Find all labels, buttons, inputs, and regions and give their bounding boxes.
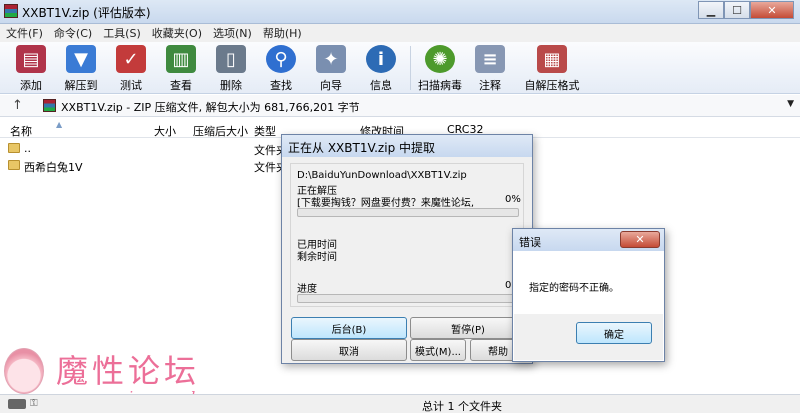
error-message: 指定的密码不正确。: [529, 283, 619, 294]
error-dialog-titlebar: 错误 ✕: [513, 229, 664, 251]
menu-help[interactable]: 帮助(H): [263, 25, 302, 41]
title-bar: XXBT1V.zip (评估版本) ▁ ☐ ✕: [0, 0, 800, 24]
status-text: 总计 1 个文件夹: [422, 400, 502, 413]
tool-add-button[interactable]: ▤ 添加: [8, 42, 54, 93]
menu-command[interactable]: 命令(C): [54, 25, 92, 41]
archive-icon: [43, 99, 56, 112]
menu-tools[interactable]: 工具(S): [103, 25, 141, 41]
extract-dialog-title: 正在从 XXBT1V.zip 中提取: [288, 141, 435, 155]
window-title: XXBT1V.zip (评估版本): [22, 6, 151, 20]
tool-label: 查看: [170, 79, 192, 92]
extract-folder-icon: ▼: [66, 45, 96, 73]
tool-label: 信息: [370, 79, 392, 92]
error-dialog: 错误 ✕ 指定的密码不正确。 确定: [512, 228, 665, 362]
magnifier-icon: ⚲: [266, 45, 296, 73]
column-name[interactable]: 名称: [10, 123, 32, 139]
test-clipboard-icon: ✓: [116, 45, 146, 73]
menu-bar: 文件(F) 命令(C) 工具(S) 收藏夹(O) 选项(N) 帮助(H): [0, 24, 800, 42]
sfx-archive-icon: ▦: [537, 45, 567, 73]
view-book-icon: ▥: [166, 45, 196, 73]
extract-dialog-titlebar: 正在从 XXBT1V.zip 中提取: [282, 135, 532, 157]
key-icon: ⚿: [30, 398, 38, 409]
column-type[interactable]: 类型: [254, 123, 276, 139]
progress-label: 进度: [297, 284, 317, 295]
mode-button[interactable]: 模式(M)...: [410, 339, 466, 361]
menu-file[interactable]: 文件(F): [6, 25, 43, 41]
tool-comment-button[interactable]: ≡ 注释: [467, 42, 513, 93]
tool-wizard-button[interactable]: ✦ 向导: [308, 42, 354, 93]
archive-path: D:\BaiduYunDownload\XXBT1V.zip: [297, 170, 467, 181]
menu-options[interactable]: 选项(N): [213, 25, 252, 41]
virus-scan-icon: ✺: [425, 45, 455, 73]
tool-label: 注释: [479, 79, 501, 92]
tool-sfx-button[interactable]: ▦ 自解压格式: [517, 42, 587, 93]
pause-button[interactable]: 暂停(P): [410, 317, 526, 339]
up-arrow-icon[interactable]: ↑: [12, 98, 23, 113]
toolbar-separator: [410, 46, 411, 90]
menu-favorites[interactable]: 收藏夹(O): [152, 25, 202, 41]
extract-dialog-body: D:\BaiduYunDownload\XXBT1V.zip 正在解压 [下载要…: [290, 163, 524, 307]
mascot-icon: [4, 348, 44, 394]
folder-icon: [8, 160, 20, 170]
status-bar: ⚿ 总计 1 个文件夹: [0, 394, 800, 413]
window-controls: ▁ ☐ ✕: [698, 1, 794, 19]
tool-test-button[interactable]: ✓ 测试: [108, 42, 154, 93]
cancel-button[interactable]: 取消: [291, 339, 407, 361]
column-packed[interactable]: 压缩后大小: [193, 123, 248, 139]
current-file: [下载要掏钱？网盘要付费？来魔性论坛,: [297, 198, 475, 209]
drive-icon: [8, 399, 26, 409]
tool-virus-scan-button[interactable]: ✺ 扫描病毒: [417, 42, 463, 93]
watermark-title: 魔性论坛: [56, 352, 201, 390]
error-dialog-footer: 确定: [514, 314, 663, 360]
tool-label: 自解压格式: [524, 79, 580, 92]
trash-icon: ▯: [216, 45, 246, 73]
tool-info-button[interactable]: i 信息: [358, 42, 404, 93]
maximize-button[interactable]: ☐: [724, 1, 750, 19]
tool-label: 向导: [320, 79, 342, 92]
tool-label: 添加: [20, 79, 42, 92]
tool-label: 扫描病毒: [418, 79, 462, 92]
extract-dialog: 正在从 XXBT1V.zip 中提取 D:\BaiduYunDownload\X…: [281, 134, 533, 364]
tool-find-button[interactable]: ⚲ 查找: [258, 42, 304, 93]
ok-button[interactable]: 确定: [576, 322, 652, 344]
wizard-wand-icon: ✦: [316, 45, 346, 73]
file-progress-bar: [297, 208, 519, 217]
tool-label: 解压到: [64, 79, 98, 92]
info-icon: i: [366, 45, 396, 73]
chevron-down-icon[interactable]: ▼: [787, 99, 794, 109]
remaining-time-label: 剩余时间: [297, 252, 337, 263]
add-archive-icon: ▤: [16, 45, 46, 73]
toolbar: ▤ 添加 ▼ 解压到 ✓ 测试 ▥ 查看 ▯ 删除 ⚲ 查找 ✦ 向导 i 信息…: [0, 42, 800, 94]
minimize-button[interactable]: ▁: [698, 1, 724, 19]
file-name: ..: [24, 142, 31, 155]
tool-delete-button[interactable]: ▯ 删除: [208, 42, 254, 93]
folder-up-icon: [8, 143, 20, 153]
error-dialog-title: 错误: [519, 236, 541, 249]
address-bar: ↑ XXBT1V.zip - ZIP 压缩文件, 解包大小为 681,766,2…: [0, 95, 800, 117]
column-size[interactable]: 大小: [154, 123, 176, 139]
file-name: 西希白兔1V: [24, 161, 83, 174]
tool-view-button[interactable]: ▥ 查看: [158, 42, 204, 93]
winrar-app-icon: [4, 4, 18, 18]
error-close-button[interactable]: ✕: [620, 231, 660, 248]
file-percent: 0%: [505, 194, 521, 205]
address-text: XXBT1V.zip - ZIP 压缩文件, 解包大小为 681,766,201…: [61, 101, 360, 114]
close-button[interactable]: ✕: [750, 1, 794, 19]
tool-label: 删除: [220, 79, 242, 92]
background-button[interactable]: 后台(B): [291, 317, 407, 339]
overall-progress-bar: [297, 294, 519, 303]
comment-icon: ≡: [475, 45, 505, 73]
tool-label: 查找: [270, 79, 292, 92]
tool-label: 测试: [120, 79, 142, 92]
tool-extract-button[interactable]: ▼ 解压到: [58, 42, 104, 93]
sort-arrow-icon: ▲: [56, 120, 63, 129]
